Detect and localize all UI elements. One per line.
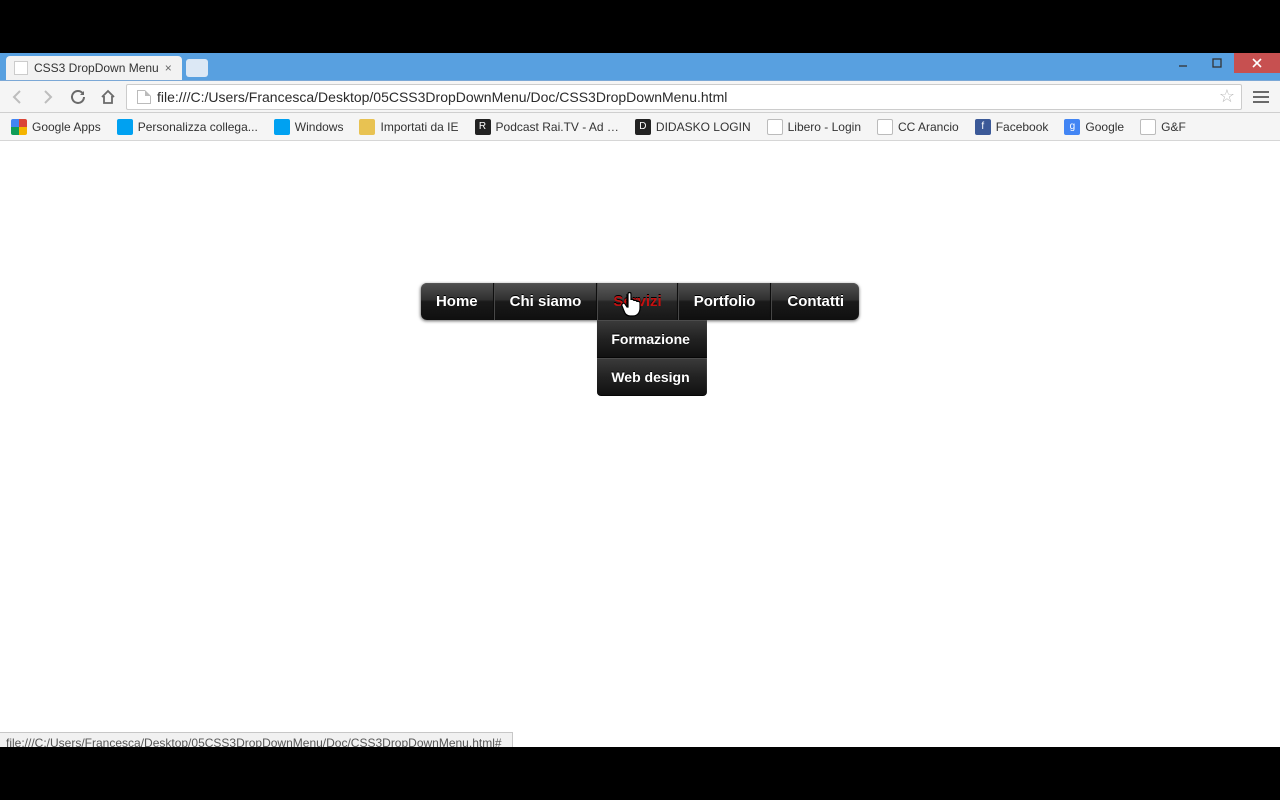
submenu-servizi: Formazione Web design (597, 320, 707, 396)
nav-item-home: Home (421, 283, 494, 320)
bookmark-item[interactable]: Importati da IE (352, 117, 465, 137)
bookmark-icon (274, 119, 290, 135)
close-window-button[interactable] (1234, 53, 1280, 73)
bookmark-item[interactable]: Personalizza collega... (110, 117, 265, 137)
bookmark-label: G&F (1161, 120, 1186, 134)
close-tab-icon[interactable]: × (165, 61, 172, 75)
bookmark-label: Windows (295, 120, 344, 134)
reload-button[interactable] (66, 85, 90, 109)
bookmark-label: Podcast Rai.TV - Ad … (496, 120, 619, 134)
bookmark-item[interactable]: D DIDASKO LOGIN (628, 117, 758, 137)
browser-toolbar: file:///C:/Users/Francesca/Desktop/05CSS… (0, 81, 1280, 113)
bookmark-item[interactable]: f Facebook (968, 117, 1056, 137)
bookmark-label: Google (1085, 120, 1124, 134)
bookmark-item[interactable]: R Podcast Rai.TV - Ad … (468, 117, 626, 137)
bookmark-apps[interactable]: Google Apps (4, 117, 108, 137)
google-icon: g (1064, 119, 1080, 135)
nav-item-servizi: Servizi Formazione Web design (597, 283, 677, 320)
folder-icon (359, 119, 375, 135)
file-icon (137, 90, 151, 104)
letterbox-top (0, 0, 1280, 53)
bookmark-label: Google Apps (32, 120, 101, 134)
nav-item-portfolio: Portfolio (678, 283, 772, 320)
submenu-item: Web design (597, 358, 707, 396)
browser-window: CSS3 DropDown Menu × (0, 53, 1280, 753)
bookmark-label: DIDASKO LOGIN (656, 120, 751, 134)
bookmark-item[interactable]: Libero - Login (760, 117, 868, 137)
submenu-link[interactable]: Formazione (597, 320, 707, 358)
facebook-icon: f (975, 119, 991, 135)
new-tab-button[interactable] (186, 59, 208, 77)
address-bar[interactable]: file:///C:/Users/Francesca/Desktop/05CSS… (126, 84, 1242, 110)
bookmark-item[interactable]: g Google (1057, 117, 1131, 137)
bookmark-star-icon[interactable]: ☆ (1219, 86, 1235, 107)
maximize-button[interactable] (1200, 53, 1234, 73)
bookmarks-bar: Google Apps Personalizza collega... Wind… (0, 113, 1280, 141)
main-nav: Home Chi siamo Servizi Formazione Web de… (421, 283, 859, 320)
bookmark-item[interactable]: G&F (1133, 117, 1193, 137)
browser-tab[interactable]: CSS3 DropDown Menu × (6, 56, 182, 80)
nav-link[interactable]: Chi siamo (494, 283, 598, 320)
bookmark-label: Personalizza collega... (138, 120, 258, 134)
nav-link[interactable]: Contatti (771, 283, 859, 320)
nav-link[interactable]: Portfolio (678, 283, 772, 320)
page-icon (877, 119, 893, 135)
home-button[interactable] (96, 85, 120, 109)
window-controls (1166, 53, 1280, 73)
url-text: file:///C:/Users/Francesca/Desktop/05CSS… (157, 89, 727, 105)
chrome-menu-button[interactable] (1248, 85, 1274, 109)
page-viewport: Home Chi siamo Servizi Formazione Web de… (0, 141, 1280, 753)
page-icon (1140, 119, 1156, 135)
minimize-button[interactable] (1166, 53, 1200, 73)
bookmark-label: Libero - Login (788, 120, 861, 134)
nav-link[interactable]: Servizi (597, 283, 677, 320)
tab-strip: CSS3 DropDown Menu × (0, 53, 1280, 81)
bookmark-label: Facebook (996, 120, 1049, 134)
letterbox-bottom (0, 747, 1280, 800)
submenu-item: Formazione (597, 320, 707, 358)
bookmark-label: Importati da IE (380, 120, 458, 134)
bookmark-item[interactable]: CC Arancio (870, 117, 966, 137)
bookmark-icon (117, 119, 133, 135)
apps-icon (11, 119, 27, 135)
forward-button[interactable] (36, 85, 60, 109)
bookmark-icon: D (635, 119, 651, 135)
nav-item-contatti: Contatti (771, 283, 859, 320)
bookmark-icon: R (475, 119, 491, 135)
bookmark-item[interactable]: Windows (267, 117, 351, 137)
nav-link[interactable]: Home (421, 283, 494, 320)
back-button[interactable] (6, 85, 30, 109)
bookmark-label: CC Arancio (898, 120, 959, 134)
nav-item-chi-siamo: Chi siamo (494, 283, 598, 320)
submenu-link[interactable]: Web design (597, 358, 707, 396)
tab-title: CSS3 DropDown Menu (34, 61, 159, 75)
page-favicon-icon (14, 61, 28, 75)
page-icon (767, 119, 783, 135)
